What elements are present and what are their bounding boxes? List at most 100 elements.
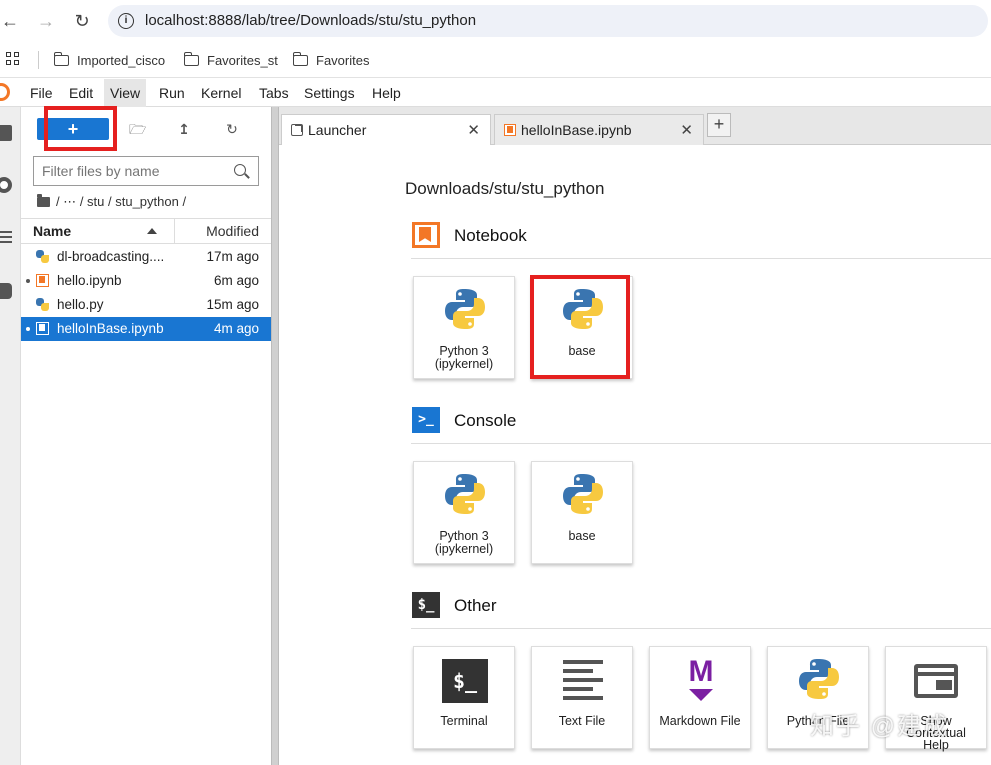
notebook-python3-card[interactable]: Python 3 (ipykernel) [413,276,515,379]
url-text: localhost:8888/lab/tree/Downloads/stu/st… [145,12,477,29]
running-indicator-icon [26,279,30,283]
close-icon[interactable]: ✕ [680,121,693,139]
menu-help[interactable]: Help [366,79,407,107]
file-browser-panel: + 🗁 ↥ ↻ / ⋯ / stu / stu_python / Name Mo… [21,106,271,765]
annotation-highlight-new-button [44,106,117,151]
terminal-icon: $_ [442,659,488,703]
running-indicator-icon [26,327,30,331]
file-row-selected[interactable]: helloInBase.ipynb 4m ago [21,317,271,341]
file-filter-box [33,156,259,186]
extensions-puzzle-icon[interactable] [0,283,12,299]
python-logo-icon [445,474,485,514]
bookmark-label: Imported_cisco [77,52,166,68]
bookmarks-bar: Imported_cisco Favorites_st Favorites [0,42,991,78]
notebook-section-icon [412,222,440,248]
apps-grid-icon[interactable] [6,52,20,66]
bookmark-imported-cisco[interactable]: Imported_cisco [53,51,166,69]
file-row[interactable]: hello.ipynb 6m ago [21,269,271,293]
folder-icon [183,51,199,66]
notebook-file-icon [36,274,49,287]
python-file-icon [36,250,49,263]
file-name: helloInBase.ipynb [57,321,164,336]
upload-icon[interactable]: ↥ [176,121,192,137]
file-name: hello.py [57,297,104,312]
file-browser-folder-icon[interactable] [0,125,12,141]
menu-run[interactable]: Run [153,79,191,107]
home-folder-icon[interactable] [37,194,50,207]
card-label: Markdown File [659,714,741,728]
file-modified: 17m ago [206,249,259,264]
browser-address-row: ← → ↻ i localhost:8888/lab/tree/Download… [0,0,991,42]
file-modified: 4m ago [213,321,259,336]
other-section-title: Other [454,596,497,615]
file-modified: 15m ago [206,297,259,312]
jupyter-logo-icon [0,83,10,101]
tab-label: helloInBase.ipynb [521,122,632,138]
console-python3-card[interactable]: Python 3 (ipykernel) [413,461,515,564]
text-file-icon [563,660,603,700]
refresh-icon[interactable]: ↻ [224,121,240,137]
tab-helloinbase[interactable]: helloInBase.ipynb ✕ [494,114,704,145]
bookmark-label: Favorites_st [207,52,278,68]
back-arrow-icon[interactable]: ← [0,9,22,33]
reload-icon[interactable]: ↻ [70,9,94,33]
folder-icon [292,51,308,66]
file-browser-toolbar: + 🗁 ↥ ↻ [21,106,271,151]
add-tab-button[interactable]: + [707,113,731,137]
sort-ascending-icon[interactable] [147,228,157,234]
jupyter-menu-bar: File Edit View Run Kernel Tabs Settings … [0,79,991,107]
launcher-icon [291,124,303,136]
file-list-header: Name Modified [21,218,271,244]
forward-arrow-icon[interactable]: → [34,9,58,33]
console-base-card[interactable]: base [531,461,633,564]
section-divider [411,628,991,629]
site-info-icon[interactable]: i [118,13,134,29]
annotation-highlight-base-card [530,275,630,379]
console-section-icon: >_ [412,407,440,433]
column-name-header[interactable]: Name [33,223,71,239]
menu-view[interactable]: View [104,79,147,107]
column-modified-header[interactable]: Modified [206,223,259,239]
table-of-contents-icon[interactable] [0,231,12,243]
new-folder-icon[interactable]: 🗁 [129,121,146,137]
breadcrumb-path[interactable]: / ⋯ / stu / stu_python / [56,194,186,210]
python-file-icon [36,298,49,311]
column-divider[interactable] [174,219,175,243]
search-icon [234,164,246,176]
markdown-file-card[interactable]: M Markdown File [649,646,751,749]
file-modified: 6m ago [213,273,259,288]
folder-icon [53,51,69,66]
watermark: 知乎 @建成 [810,713,950,740]
bookmark-favorites-st[interactable]: Favorites_st [183,51,278,69]
card-label: base [568,529,596,543]
menu-file[interactable]: File [24,79,59,107]
notebook-section-title: Notebook [454,226,527,245]
menu-edit[interactable]: Edit [63,79,99,107]
running-kernels-icon[interactable] [0,177,12,193]
terminal-card[interactable]: $_ Terminal [413,646,515,749]
card-label: Terminal [440,714,488,728]
bookmark-favorites[interactable]: Favorites [292,51,370,69]
file-name: dl-broadcasting.... [57,249,165,264]
menu-settings[interactable]: Settings [298,79,361,107]
launcher-cwd: Downloads/stu/stu_python [405,179,605,198]
filter-files-input[interactable] [34,157,224,185]
console-section-title: Console [454,411,517,430]
menu-kernel[interactable]: Kernel [195,79,247,107]
bookmark-divider [38,51,39,69]
markdown-icon: M [684,657,718,703]
menu-tabs[interactable]: Tabs [253,79,295,107]
breadcrumb[interactable]: / ⋯ / stu / stu_python / [37,193,186,211]
panel-splitter[interactable] [271,107,279,765]
file-name: hello.ipynb [57,273,122,288]
python-logo-icon [799,659,839,699]
activity-bar [0,107,21,765]
close-icon[interactable]: ✕ [467,121,480,139]
tab-launcher[interactable]: Launcher ✕ [281,114,491,146]
address-bar[interactable]: i localhost:8888/lab/tree/Downloads/stu/… [108,5,988,37]
bookmark-label: Favorites [316,52,370,68]
text-file-card[interactable]: Text File [531,646,633,749]
file-row[interactable]: hello.py 15m ago [21,293,271,317]
card-label-sub: (ipykernel) [434,542,494,556]
file-row[interactable]: dl-broadcasting.... 17m ago [21,245,271,269]
